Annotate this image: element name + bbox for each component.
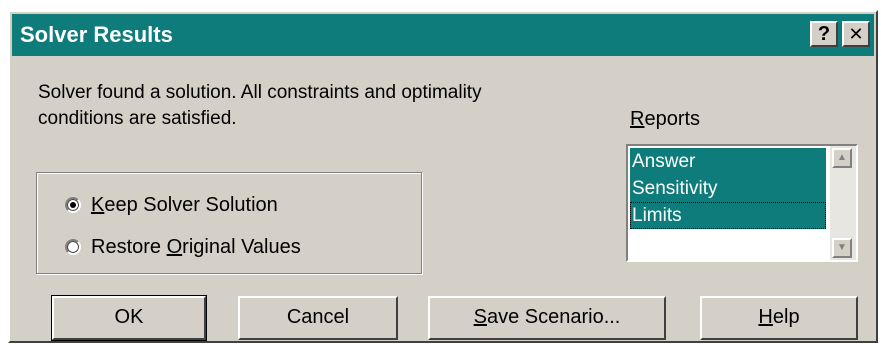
report-item-sensitivity[interactable]: Sensitivity — [630, 175, 826, 202]
down-arrow-icon[interactable]: ▼ — [832, 238, 852, 258]
restore-values-label: Restore Original Values — [91, 235, 301, 258]
reports-label: Reports — [630, 108, 701, 130]
close-button[interactable]: ✕ — [842, 21, 870, 47]
result-message-line2: conditions are satisfied. — [38, 108, 237, 129]
reports-listbox[interactable]: Answer Sensitivity Limits ▲ ▼ — [626, 144, 858, 262]
help-title-button[interactable]: ? — [810, 21, 838, 47]
keep-solution-radio[interactable] — [65, 197, 81, 213]
solution-options-group: Keep Solver Solution Restore Original Va… — [36, 172, 422, 274]
reports-scrollbar[interactable]: ▲ ▼ — [830, 146, 856, 260]
result-message: Solver found a solution. All constraints… — [38, 80, 638, 132]
up-arrow-icon[interactable]: ▲ — [832, 148, 852, 168]
keep-solution-option[interactable]: Keep Solver Solution — [65, 191, 278, 219]
report-item-limits[interactable]: Limits — [630, 202, 826, 229]
result-message-line1: Solver found a solution. All constraints… — [38, 82, 482, 103]
cancel-button[interactable]: Cancel — [238, 296, 398, 340]
help-button[interactable]: Help — [700, 296, 858, 340]
keep-solution-label: Keep Solver Solution — [91, 193, 278, 216]
window-title: Solver Results — [20, 22, 173, 47]
ok-button[interactable]: OK — [51, 295, 207, 341]
restore-values-option[interactable]: Restore Original Values — [65, 233, 301, 261]
save-scenario-button[interactable]: Save Scenario... — [428, 296, 666, 340]
title-bar[interactable]: Solver Results ? ✕ — [12, 14, 874, 56]
restore-values-radio[interactable] — [65, 239, 81, 255]
solver-results-dialog: Solver Results ? ✕ Solver found a soluti… — [8, 10, 878, 343]
report-item-answer[interactable]: Answer — [630, 148, 826, 175]
